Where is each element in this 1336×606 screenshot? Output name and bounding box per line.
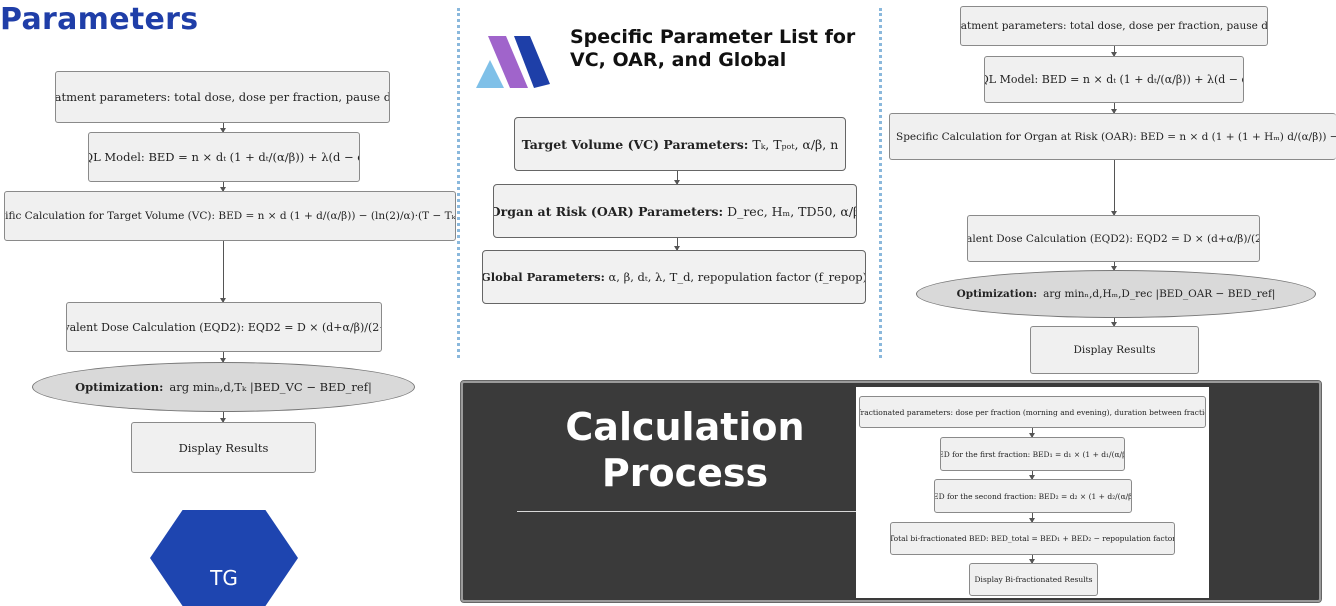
node-treatment-parameters-oar: Treatment parameters: total dose, dose p… <box>960 6 1268 46</box>
optimization-formula: arg minₙ,d,Tₖ |BED_VC − BED_ref| <box>169 380 372 394</box>
optimization-label: Optimization: <box>75 380 164 394</box>
node-specific-calculation-vc: Specific Calculation for Target Volume (… <box>4 191 456 241</box>
optimization-formula: arg minₙ,d,Hₘ,D_rec |BED_OAR − BED_ref| <box>1043 288 1276 300</box>
node-lql-model-oar: LQL Model: BED = n × dₜ (1 + dₜ/(α/β)) +… <box>984 56 1244 103</box>
flow-arrow <box>220 412 226 423</box>
flow-arrow <box>1111 103 1117 114</box>
calculation-title-line1: Calculation <box>565 405 805 449</box>
node-bed-first-fraction: BED for the first fraction: BED₁ = d₁ × … <box>940 437 1125 471</box>
node-bi-fractionated-parameters: Bi-fractionated parameters: dose per fra… <box>859 396 1206 428</box>
flow-arrow <box>1111 262 1117 271</box>
flow-arrow <box>1111 160 1117 216</box>
flow-arrow <box>220 241 226 303</box>
node-bed-second-fraction: BED for the second fraction: BED₂ = d₂ ×… <box>934 479 1132 513</box>
node-display-results-oar: Display Results <box>1030 326 1199 374</box>
flow-arrow <box>220 123 226 133</box>
node-eqd2: Equivalent Dose Calculation (EQD2): EQD2… <box>66 302 382 352</box>
node-vc-parameters: Target Volume (VC) Parameters: Tₖ, Tₚₒₜ,… <box>514 117 846 171</box>
oar-label: Organ at Risk (OAR) Parameters: <box>493 203 724 219</box>
node-oar-parameters: Organ at Risk (OAR) Parameters: D_rec, H… <box>493 184 857 238</box>
node-global-parameters: Global Parameters: α, β, dₜ, λ, T_d, rep… <box>482 250 866 304</box>
calculation-title-line2: Process <box>601 451 769 495</box>
node-total-bed: Total bi-fractionated BED: BED_total = B… <box>890 522 1175 555</box>
node-lql-model: LQL Model: BED = n × dₜ (1 + dₜ/(α/β)) +… <box>88 132 360 182</box>
global-values: α, β, dₜ, λ, T_d, repopulation factor (f… <box>608 270 866 284</box>
node-optimization-oar: Optimization: arg minₙ,d,Hₘ,D_rec |BED_O… <box>916 270 1316 318</box>
node-eqd2-oar: Equivalent Dose Calculation (EQD2): EQD2… <box>967 215 1260 262</box>
flow-arrow <box>1111 46 1117 57</box>
flow-arrow <box>220 182 226 192</box>
calculation-process-title: Calculation Process <box>520 404 850 496</box>
node-treatment-parameters: Treatment parameters: total dose, dose p… <box>55 71 390 123</box>
flow-arrow <box>220 352 226 363</box>
flow-arrow <box>674 171 680 185</box>
global-label: Global Parameters: <box>482 270 605 284</box>
flow-arrow <box>674 238 680 251</box>
brand-logo-icon <box>476 36 550 88</box>
vc-label: Target Volume (VC) Parameters: <box>521 136 749 152</box>
panel-divider-line <box>517 511 857 512</box>
badge-label: TG <box>210 566 238 590</box>
flow-arrow <box>1029 428 1035 438</box>
page-title: Parameters <box>0 2 199 37</box>
oar-values: D_rec, Hₘ, TD50, α/β <box>727 203 857 219</box>
column-divider <box>457 8 460 358</box>
node-display-results: Display Results <box>131 422 316 473</box>
flow-arrow <box>1029 513 1035 523</box>
flow-arrow <box>1029 555 1035 564</box>
node-display-bi-fractionated: Display Bi-fractionated Results <box>969 563 1098 596</box>
tg-hexagon-badge: TG <box>150 510 298 606</box>
node-optimization-vc: Optimization: arg minₙ,d,Tₖ |BED_VC − BE… <box>32 362 415 412</box>
node-specific-calculation-oar: Specific Calculation for Organ at Risk (… <box>889 113 1336 160</box>
flow-arrow <box>1111 318 1117 327</box>
flow-arrow <box>1029 471 1035 480</box>
vc-values: Tₖ, Tₚₒₜ, α/β, n <box>752 136 839 152</box>
optimization-label: Optimization: <box>956 288 1038 300</box>
column-divider <box>879 8 882 358</box>
parameter-list-title: Specific Parameter List for VC, OAR, and… <box>570 26 856 71</box>
